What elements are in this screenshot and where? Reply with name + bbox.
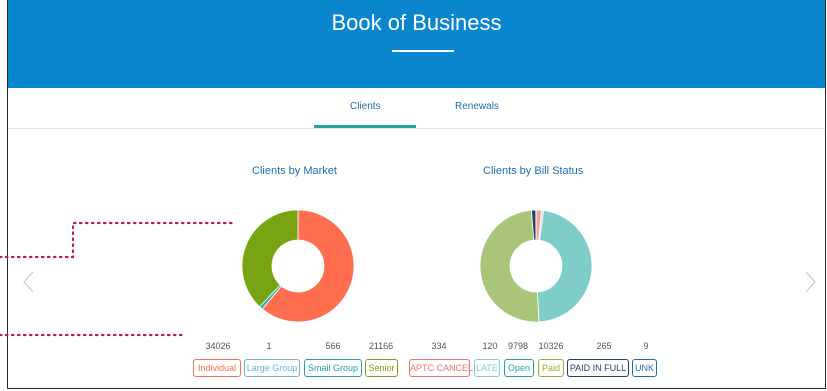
legend-late[interactable]: LATE — [474, 359, 500, 377]
legend-paid-in-full[interactable]: PAID IN FULL — [567, 359, 629, 377]
legend-aptc-cancel[interactable]: APTC CANCEL — [409, 359, 473, 377]
legend-small-group[interactable]: Small Group — [304, 359, 362, 377]
count-senior: 21166 — [368, 341, 394, 351]
market-donut-chart — [241, 209, 355, 323]
bill-status-donut-chart — [479, 209, 593, 323]
slice-paid[interactable] — [479, 209, 540, 323]
legend-individual[interactable]: Individual — [193, 359, 241, 377]
count-paid: 10326 — [538, 341, 564, 351]
count-individual: 34026 — [205, 341, 231, 351]
legend-large-group[interactable]: Large Group — [244, 359, 300, 377]
count-small-group: 566 — [325, 341, 341, 351]
page-title: Book of Business — [331, 10, 502, 35]
tab-clients[interactable]: Clients — [350, 101, 381, 112]
legend-senior[interactable]: Senior — [365, 359, 398, 377]
count-unk: 9 — [643, 341, 649, 351]
chart-title-bill-status: Clients by Bill Status — [483, 165, 584, 177]
chart-title-market: Clients by Market — [252, 165, 337, 177]
book-of-business-panel: Book of Business Clients Renewals Client… — [7, 0, 826, 389]
legend-unk[interactable]: UNK — [632, 359, 657, 377]
title-underline — [392, 50, 454, 52]
tab-renewals[interactable]: Renewals — [455, 101, 499, 112]
count-aptc-cancel: 334 — [431, 341, 447, 351]
chevron-right-icon[interactable] — [805, 270, 817, 294]
slice-open[interactable] — [536, 210, 593, 323]
header-banner: Book of Business — [8, 0, 825, 88]
tab-bar: Clients Renewals — [8, 88, 825, 129]
chevron-left-icon[interactable] — [22, 270, 34, 294]
legend-open[interactable]: Open — [504, 359, 534, 377]
legend-paid[interactable]: Paid — [538, 359, 564, 377]
active-tab-indicator — [314, 125, 416, 128]
count-large-group: 1 — [266, 341, 272, 351]
